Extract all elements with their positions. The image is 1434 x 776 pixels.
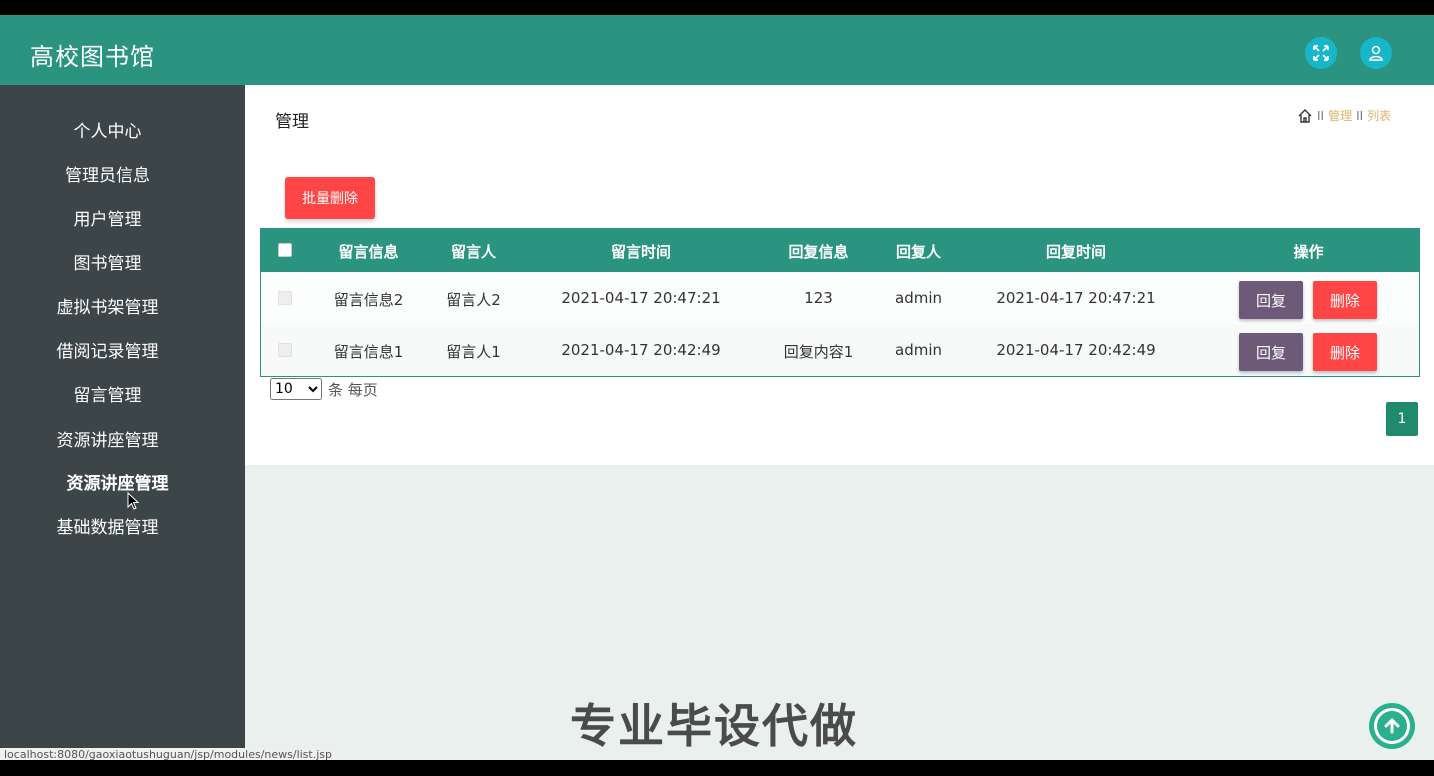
sidebar-item-lecture-management[interactable]: 资源讲座管理 [0, 426, 215, 451]
arrow-up-icon [1374, 708, 1410, 744]
page-title: 管理 [275, 112, 309, 132]
delete-button[interactable]: 删除 [1313, 281, 1377, 319]
column-header-message: 留言信息 [338, 243, 399, 261]
page-size-control: 10 条 每页 [270, 377, 378, 401]
home-icon[interactable] [1297, 108, 1313, 124]
cell-replier: admin [895, 341, 942, 359]
column-header-author: 留言人 [450, 243, 496, 261]
back-to-top-button[interactable] [1369, 703, 1415, 749]
expand-icon [1313, 45, 1329, 61]
watermark-text: 专业毕设代做 [570, 699, 858, 753]
sidebar: 个人中心 管理员信息 用户管理 图书管理 虚拟书架管理 借阅记录管理 留言管理 … [0, 85, 245, 760]
sidebar-item-virtual-shelf[interactable]: 虚拟书架管理 [0, 293, 215, 318]
sidebar-item-borrow-records[interactable]: 借阅记录管理 [0, 337, 215, 362]
cell-time: 2021-04-17 20:42:49 [561, 341, 721, 359]
table-row: 留言信息1 留言人1 2021-04-17 20:42:49 回复内容1 adm… [261, 324, 1419, 376]
cell-time: 2021-04-17 20:47:21 [561, 289, 721, 307]
cell-reply: 123 [804, 289, 833, 307]
mouse-cursor-icon [127, 492, 139, 510]
user-icon [1369, 45, 1383, 61]
breadcrumb: II 管理 II 列表 [1297, 107, 1391, 124]
sidebar-item-user-management[interactable]: 用户管理 [0, 205, 215, 230]
app-header: 高校图书馆 [0, 15, 1434, 85]
select-all-checkbox[interactable] [278, 243, 292, 257]
column-header-reply: 回复信息 [788, 243, 849, 261]
cell-message: 留言信息2 [333, 291, 404, 309]
breadcrumb-item-manage[interactable]: 管理 [1328, 107, 1352, 124]
page-size-label: 条 每页 [328, 380, 378, 399]
app-title: 高校图书馆 [30, 43, 155, 71]
user-button[interactable] [1360, 37, 1392, 69]
cell-reply-time: 2021-04-17 20:47:21 [996, 289, 1156, 307]
sidebar-item-lecture-management-hover[interactable]: 资源讲座管理 [10, 469, 225, 494]
sidebar-item-book-management[interactable]: 图书管理 [0, 249, 215, 274]
page-size-select[interactable]: 10 [270, 378, 322, 400]
cell-reply-time: 2021-04-17 20:42:49 [996, 341, 1156, 359]
column-header-time: 留言时间 [610, 243, 671, 261]
column-header-replier: 回复人 [895, 243, 941, 261]
message-table: 留言信息 留言人 留言时间 回复信息 回复人 回复时间 操作 留言信息2 留言人… [260, 228, 1420, 377]
cell-reply: 回复内容1 [783, 343, 854, 361]
screen-bottom-band [0, 760, 1434, 776]
column-header-reply-time: 回复时间 [1045, 243, 1106, 261]
cell-replier: admin [895, 289, 942, 307]
column-header-actions: 操作 [1293, 243, 1324, 261]
sidebar-item-admin-info[interactable]: 管理员信息 [0, 161, 215, 186]
breadcrumb-separator: II [1317, 108, 1325, 123]
sidebar-item-personal-center[interactable]: 个人中心 [0, 117, 215, 142]
cell-author: 留言人2 [446, 291, 501, 309]
content-panel: 管理 II 管理 II 列表 批量删除 留言信息 留言人 留言时间 回复信息 回… [245, 85, 1434, 465]
reply-button[interactable]: 回复 [1239, 333, 1303, 371]
cell-message: 留言信息1 [333, 343, 404, 361]
sidebar-item-basic-data[interactable]: 基础数据管理 [0, 513, 215, 538]
screen-top-band [0, 0, 1434, 15]
delete-button[interactable]: 删除 [1313, 333, 1377, 371]
row-checkbox[interactable] [278, 291, 292, 305]
main-content: 管理 II 管理 II 列表 批量删除 留言信息 留言人 留言时间 回复信息 回… [245, 85, 1434, 760]
sidebar-item-message-management[interactable]: 留言管理 [0, 381, 215, 406]
cell-author: 留言人1 [446, 343, 501, 361]
batch-delete-button[interactable]: 批量删除 [285, 177, 375, 219]
table-row: 留言信息2 留言人2 2021-04-17 20:47:21 123 admin… [261, 272, 1419, 324]
reply-button[interactable]: 回复 [1239, 281, 1303, 319]
pagination-page-button[interactable]: 1 [1386, 402, 1418, 436]
fullscreen-button[interactable] [1305, 37, 1337, 69]
breadcrumb-item-list: 列表 [1367, 109, 1392, 123]
table-header: 留言信息 留言人 留言时间 回复信息 回复人 回复时间 操作 [261, 229, 1419, 272]
row-checkbox[interactable] [278, 343, 292, 357]
breadcrumb-separator: II [1356, 108, 1364, 123]
